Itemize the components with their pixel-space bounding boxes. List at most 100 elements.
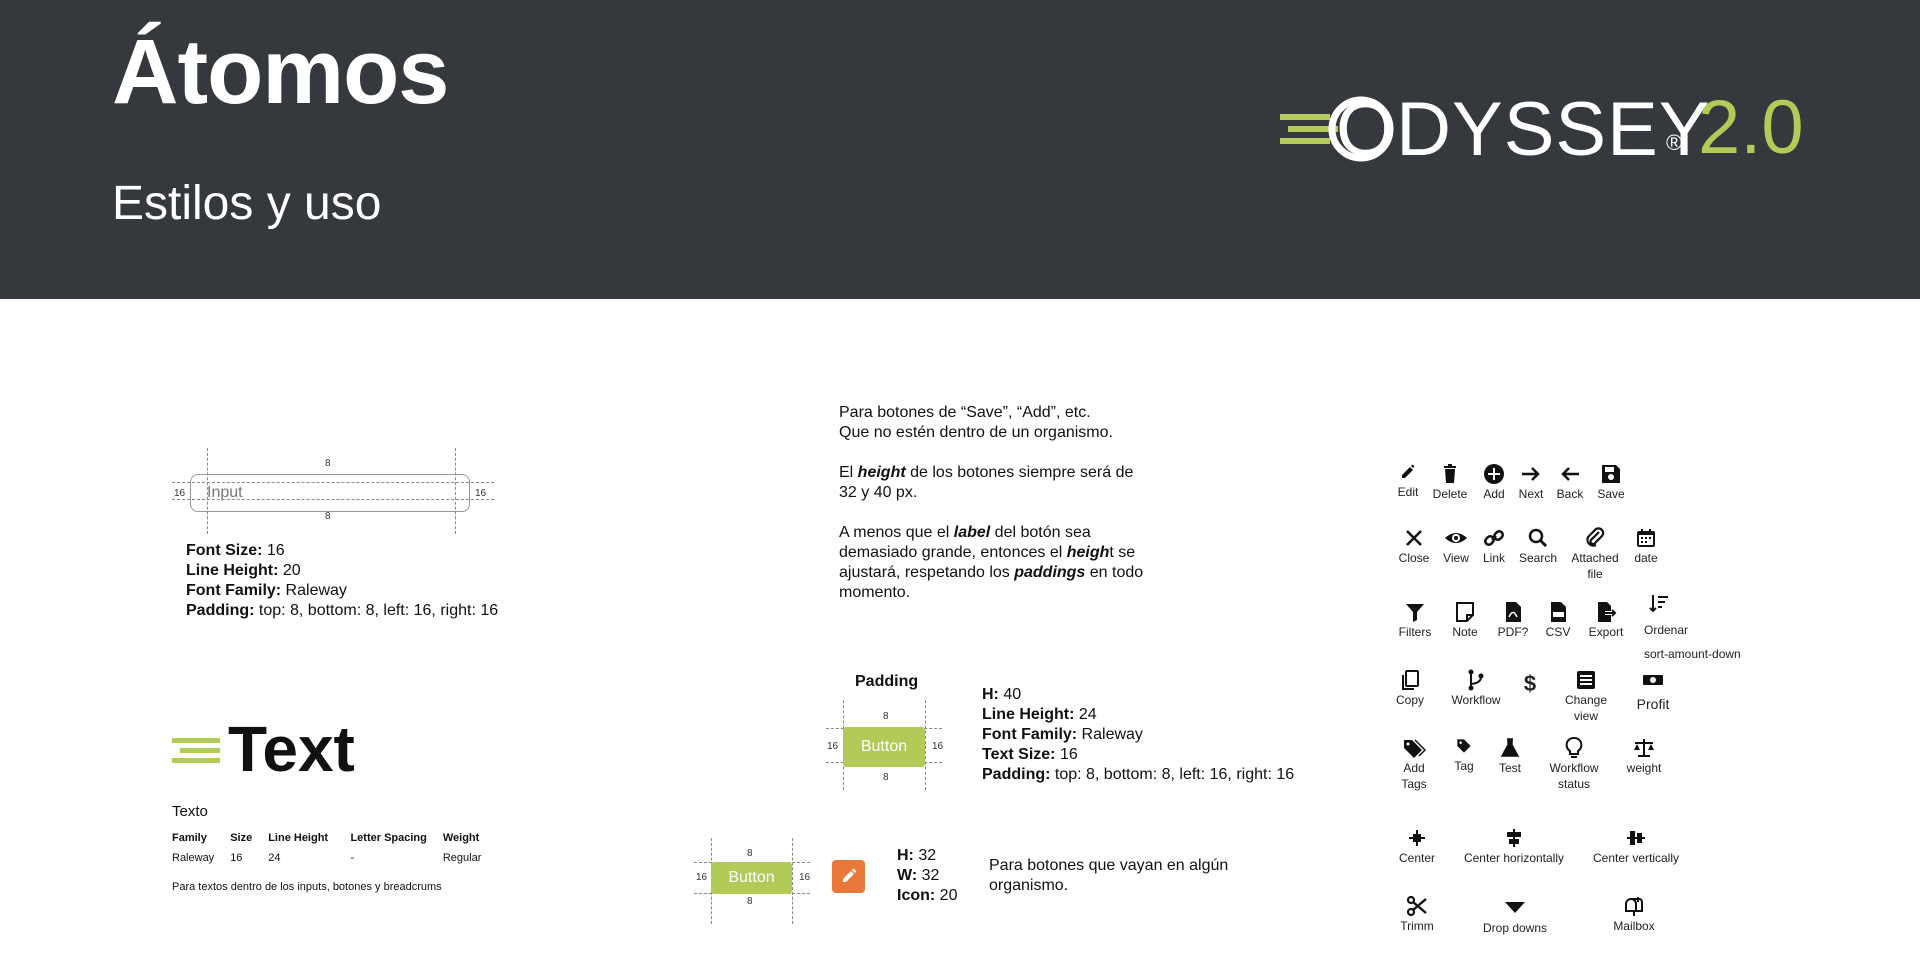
btn32-pad-top: 8 — [747, 848, 753, 859]
link-icon-cell[interactable]: Link — [1478, 526, 1510, 566]
sample-button-40[interactable]: Button — [843, 727, 925, 767]
link-icon — [1484, 530, 1504, 546]
add-tags-icon-cell[interactable]: Add Tags — [1398, 736, 1430, 792]
list-view-icon — [1577, 671, 1595, 689]
page-title: Átomos — [112, 21, 449, 123]
csv-icon-cell[interactable]: CSV — [1542, 600, 1574, 640]
scissors-icon — [1406, 895, 1427, 917]
btn40-pad-top: 8 — [883, 711, 889, 722]
eye-icon — [1445, 533, 1467, 543]
weight-icon-cell[interactable]: weight — [1622, 736, 1666, 776]
delete-icon-cell[interactable]: Delete — [1428, 462, 1472, 502]
pdf-icon-cell[interactable]: PDF? — [1495, 600, 1531, 640]
center-horizontally-icon-cell[interactable]: Center horizontally — [1456, 826, 1572, 866]
search-icon-cell[interactable]: Search — [1514, 526, 1562, 566]
input-pad-right: 16 — [475, 488, 487, 499]
balance-scale-icon — [1634, 739, 1654, 757]
logo-version: 2.0 — [1698, 85, 1804, 170]
btn32-pad-bottom: 8 — [747, 896, 753, 907]
workflow-icon-cell[interactable]: Workflow — [1446, 668, 1506, 708]
lightbulb-icon — [1565, 737, 1583, 758]
input-field-sample[interactable]: Input — [190, 474, 470, 512]
add-icon-cell[interactable]: Add — [1478, 462, 1510, 502]
pdf-file-icon — [1506, 602, 1521, 622]
export-icon-cell[interactable]: Export — [1584, 600, 1628, 640]
search-icon — [1528, 528, 1548, 548]
mailbox-icon-cell[interactable]: Mailbox — [1606, 894, 1662, 934]
back-icon-cell[interactable]: Back — [1554, 462, 1586, 502]
sort-amount-down-icon — [1649, 595, 1668, 613]
workflow-branch-icon — [1468, 669, 1484, 691]
edit-icon — [1402, 464, 1415, 478]
close-icon — [1406, 530, 1422, 546]
sample-button-32[interactable]: Button — [711, 862, 792, 894]
close-icon-cell[interactable]: Close — [1394, 526, 1434, 566]
paperclip-icon — [1586, 527, 1605, 547]
pencil-icon — [843, 868, 857, 882]
arrow-right-icon — [1522, 467, 1540, 481]
money-bill-icon — [1643, 675, 1663, 685]
text-label: Texto — [172, 803, 208, 820]
center-vertically-icon-cell[interactable]: Center vertically — [1586, 826, 1686, 866]
filters-icon-cell[interactable]: Filters — [1394, 600, 1436, 640]
note-icon — [1456, 602, 1474, 622]
copy-icon-cell[interactable]: Copy — [1394, 668, 1426, 708]
arrow-left-icon — [1561, 467, 1579, 481]
mailbox-icon — [1625, 897, 1644, 916]
text-note: Para textos dentro de los inputs, botone… — [172, 881, 442, 893]
caret-down-icon — [1505, 902, 1525, 913]
button32-props: H: 32 W: 32 Icon: 20 — [897, 847, 958, 904]
export-file-icon — [1598, 602, 1617, 622]
note-icon-cell[interactable]: Note — [1449, 600, 1481, 640]
text-style-table: Family Size Line Height Letter Spacing W… — [172, 832, 482, 864]
change-view-icon-cell[interactable]: Change view — [1558, 668, 1614, 724]
csv-file-icon — [1551, 602, 1566, 622]
next-icon-cell[interactable]: Next — [1515, 462, 1547, 502]
workflow-status-icon-cell[interactable]: Workflow status — [1544, 736, 1604, 792]
input-props: Font Size: 16 Line Height: 20 Font Famil… — [186, 542, 499, 619]
text-heading: Text — [228, 713, 355, 785]
save-icon-cell[interactable]: Save — [1593, 462, 1629, 502]
edit-icon-button[interactable] — [832, 860, 865, 893]
profit-icon-cell[interactable]: Profit — [1630, 668, 1676, 712]
align-center-icon — [1409, 830, 1425, 846]
date-icon-cell[interactable]: date — [1628, 526, 1664, 566]
input-pad-bottom: 8 — [325, 511, 331, 522]
dollar-icon: $ — [1523, 671, 1537, 696]
btn32-pad-left: 16 — [696, 872, 708, 883]
test-icon-cell[interactable]: Test — [1494, 736, 1526, 776]
button32-note: Para botones que vayan en algún organism… — [989, 857, 1229, 894]
floppy-disk-icon — [1602, 465, 1620, 483]
page-subtitle: Estilos y uso — [112, 177, 382, 230]
odyssey-logo: ODYSSEY ® 2.0 — [1280, 85, 1810, 172]
padding-title: Padding — [855, 673, 919, 690]
add-circle-icon — [1484, 464, 1504, 484]
tag-icon — [1457, 739, 1471, 753]
copy-icon — [1402, 670, 1419, 690]
logo-registered: ® — [1666, 130, 1683, 155]
view-icon-cell[interactable]: View — [1440, 526, 1472, 566]
calendar-icon — [1637, 529, 1655, 547]
align-horizontal-center-icon — [1507, 829, 1521, 847]
flask-icon — [1500, 738, 1520, 757]
tag-icon-cell[interactable]: Tag — [1448, 734, 1480, 774]
attached-file-icon-cell[interactable]: Attached file — [1567, 526, 1623, 582]
input-pad-top: 8 — [325, 458, 331, 469]
center-icon-cell[interactable]: Center — [1390, 826, 1444, 866]
header-banner: Átomos Estilos y uso ODYSSEY ® 2.0 — [0, 0, 1920, 299]
dollar-icon-cell[interactable]: $ — [1518, 672, 1542, 696]
btn40-pad-right: 16 — [932, 741, 944, 752]
filter-icon — [1406, 604, 1424, 622]
buttons-guideline: Para botones de “Save”, “Add”, etc. Que … — [839, 404, 1144, 601]
input-pad-left: 16 — [174, 488, 186, 499]
trimm-icon-cell[interactable]: Trimm — [1394, 894, 1440, 934]
tags-icon — [1404, 739, 1426, 758]
sort-icon-cell[interactable]: Ordenar sort-amount-down — [1644, 592, 1754, 662]
input-placeholder: Input — [207, 484, 243, 501]
btn40-pad-left: 16 — [827, 741, 839, 752]
align-vertical-center-icon — [1627, 831, 1645, 845]
btn40-pad-bottom: 8 — [883, 772, 889, 783]
drop-downs-icon-cell[interactable]: Drop downs — [1470, 896, 1560, 936]
edit-icon-cell[interactable]: Edit — [1392, 460, 1424, 500]
button40-props: H: 40 Line Height: 24 Font Family: Ralew… — [982, 686, 1295, 783]
